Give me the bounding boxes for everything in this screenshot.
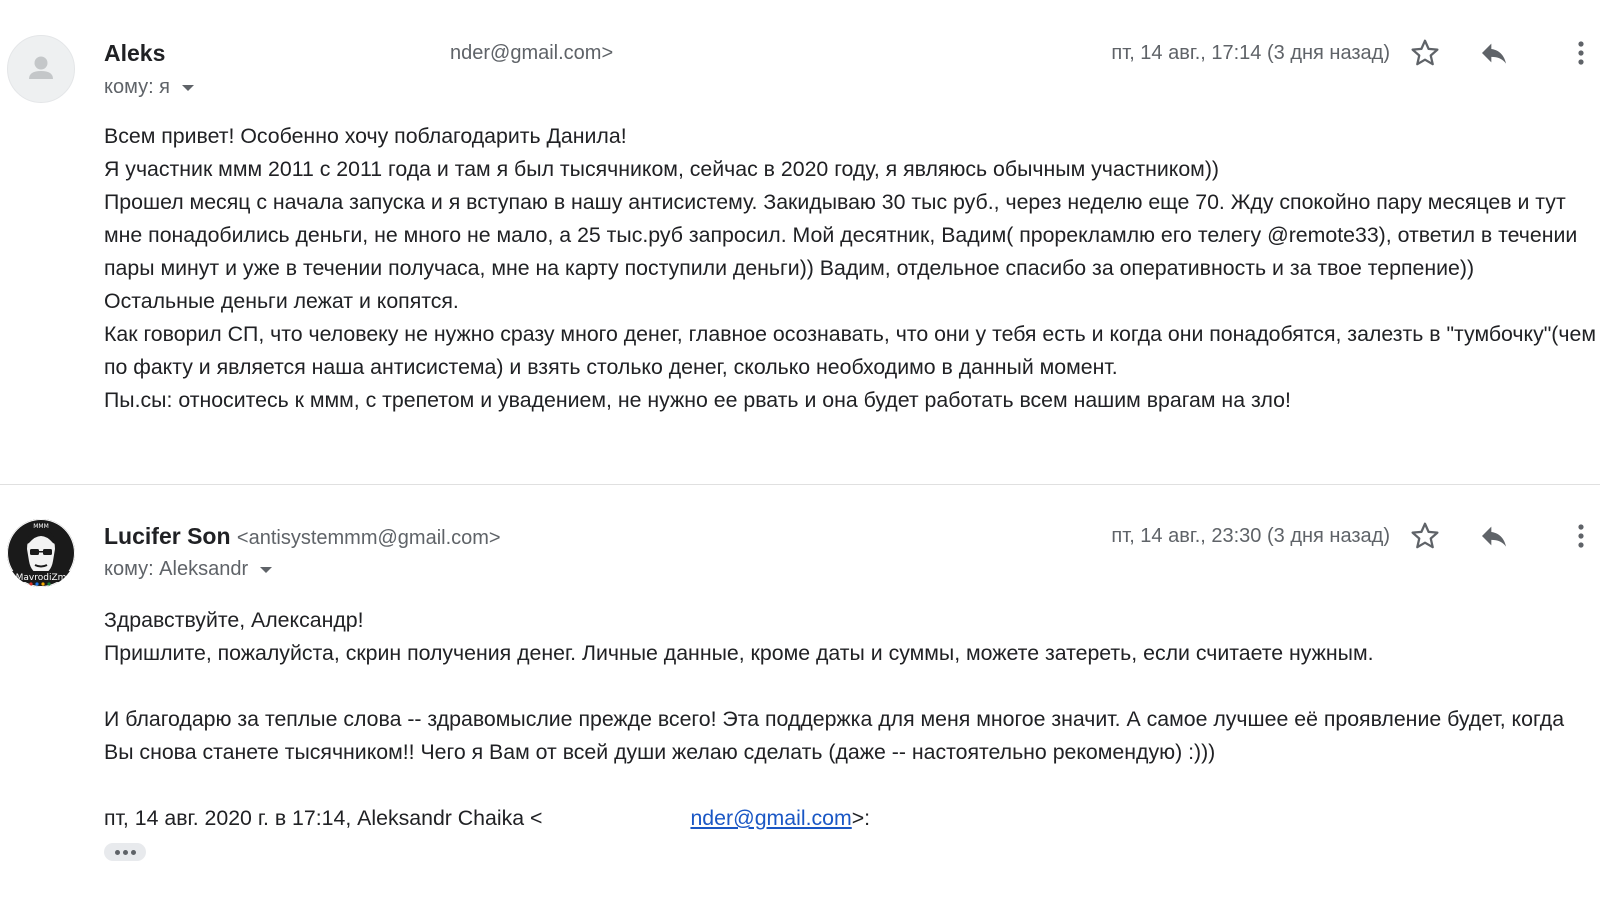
message-body: Здравствуйте, Александр! Пришлите, пожал…	[104, 604, 1596, 835]
more-horiz-icon	[130, 849, 136, 855]
recipient-label: кому: Aleksandr	[104, 558, 249, 580]
sender-email: nder@gmail.com>	[450, 42, 614, 64]
show-trimmed-content-button[interactable]	[104, 843, 146, 861]
sender-avatar[interactable]: МММ MavrodiZm	[7, 519, 75, 587]
body-paragraph: Здравствуйте, Александр!	[104, 608, 364, 632]
sender-name: Aleks	[104, 40, 166, 66]
star-button[interactable]	[1405, 33, 1445, 73]
body-paragraph: Пришлите, пожалуйста, скрин получения де…	[104, 641, 1374, 665]
message-divider	[0, 484, 1600, 485]
sender-line: Lucifer Son <antisystemmm@gmail.com>	[104, 523, 501, 550]
recipient-line[interactable]: кому: я	[104, 76, 195, 99]
body-paragraph: Я участник ммм 2011 с 2011 года и там я …	[104, 157, 1219, 181]
quote-email-link[interactable]: nder@gmail.com	[690, 806, 851, 830]
reply-icon	[1482, 43, 1506, 64]
body-paragraph	[104, 670, 1596, 703]
quote-prefix: пт, 14 авг. 2020 г. в 17:14, Aleksandr C…	[104, 806, 543, 830]
recipient-line[interactable]: кому: Aleksandr	[104, 558, 273, 581]
body-paragraph: Как говорил СП, что человеку не нужно ср…	[104, 322, 1596, 379]
star-icon	[1411, 39, 1439, 66]
body-paragraph: Всем привет! Особенно хочу поблагодарить…	[104, 124, 627, 148]
avatar-text: MavrodiZm	[16, 573, 67, 583]
reply-button[interactable]	[1474, 516, 1514, 556]
star-button[interactable]	[1405, 516, 1445, 556]
body-paragraph: Прошел месяц с начала запуска и я вступа…	[104, 190, 1578, 280]
sender-name: Lucifer Son	[104, 523, 231, 549]
star-icon	[1411, 522, 1439, 549]
body-paragraph: Остальные деньги лежат и копятся.	[104, 289, 459, 313]
more-options-button[interactable]	[1561, 33, 1600, 73]
reply-button[interactable]	[1474, 33, 1514, 73]
recipient-label: кому: я	[104, 76, 171, 98]
more-horiz-icon	[114, 849, 120, 855]
mavrodi-avatar-icon: МММ MavrodiZm	[7, 519, 75, 587]
message-body: Всем привет! Особенно хочу поблагодарить…	[104, 120, 1596, 417]
sender-avatar[interactable]	[7, 35, 75, 103]
chevron-down-icon[interactable]	[182, 84, 195, 91]
reply-icon	[1482, 526, 1506, 547]
avatar-top-text: МММ	[33, 523, 49, 530]
body-paragraph	[104, 769, 1596, 802]
body-paragraph: И благодарю за теплые слова -- здравомыс…	[104, 707, 1565, 764]
message-date: пт, 14 авг., 23:30 (3 дня назад)	[1111, 525, 1390, 547]
more-vert-icon	[1578, 524, 1584, 548]
person-placeholder-icon	[29, 56, 53, 79]
chevron-down-icon[interactable]	[260, 566, 273, 573]
more-horiz-icon	[122, 849, 128, 855]
message-date: пт, 14 авг., 17:14 (3 дня назад)	[1111, 42, 1390, 64]
more-options-button[interactable]	[1561, 516, 1600, 556]
quote-suffix: >:	[851, 806, 871, 830]
body-paragraph: Пы.сы: относитесь к ммм, с трепетом и ув…	[104, 388, 1291, 412]
quote-attribution: пт, 14 авг. 2020 г. в 17:14, Aleksandr C…	[104, 802, 1596, 835]
more-vert-icon	[1578, 41, 1584, 65]
sender-email: <antisystemmm@gmail.com>	[236, 527, 501, 549]
